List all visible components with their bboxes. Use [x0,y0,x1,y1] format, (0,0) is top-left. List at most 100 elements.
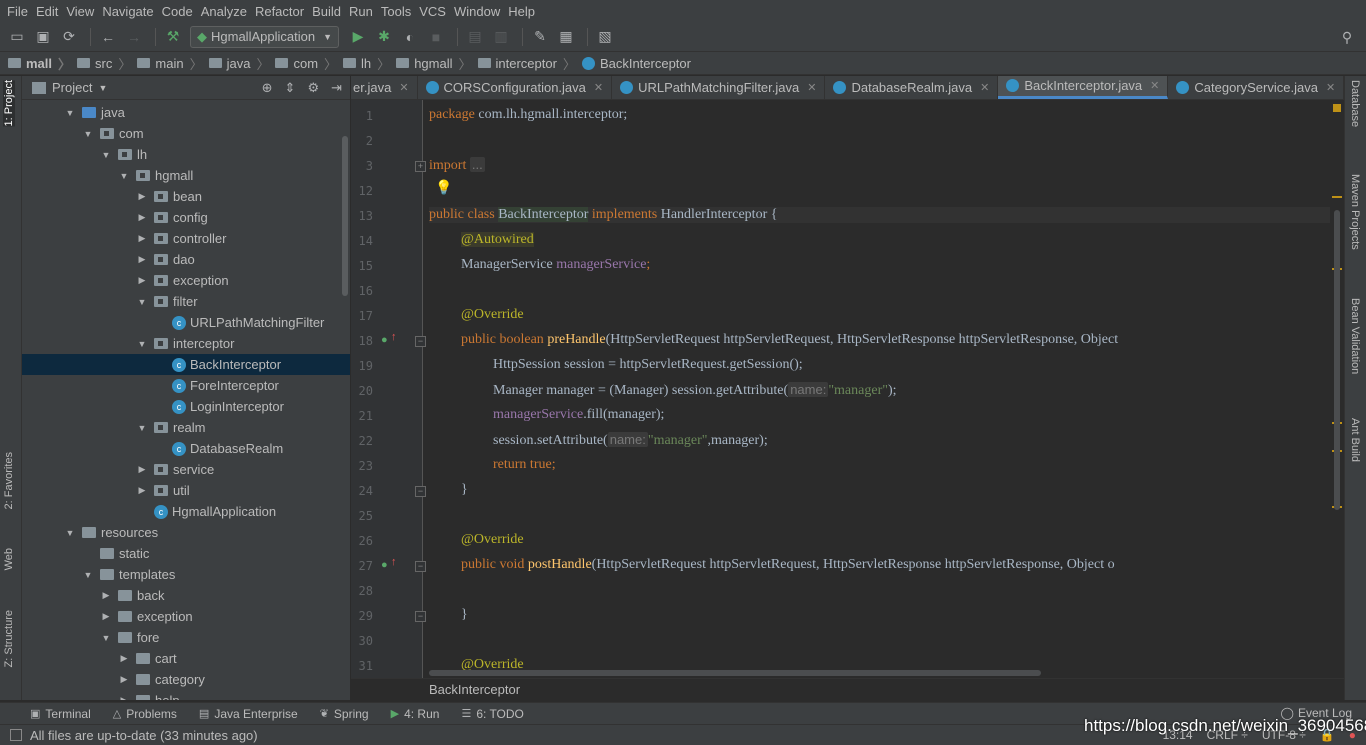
chevron-right-icon[interactable]: ▶ [136,233,148,244]
overrides-arrow-icon[interactable]: ↑ [391,556,397,568]
tree-item-java[interactable]: ▼ java [22,102,350,123]
close-icon[interactable]: ✕ [1326,81,1335,94]
tree-item-templates[interactable]: ▼ templates [22,564,350,585]
breadcrumb-item-backinterceptor[interactable]: BackInterceptor [581,56,691,71]
fold-collapse-icon[interactable]: − [415,561,426,572]
menu-build[interactable]: Build [309,4,344,19]
tree-item-databaserealm[interactable]: c DatabaseRealm [22,438,350,459]
tree-item-urlpathmatchingfilter[interactable]: c URLPathMatchingFilter [22,312,350,333]
breadcrumb-item-mall[interactable]: mall 〉 [8,54,71,73]
menu-analyze[interactable]: Analyze [198,4,250,19]
locate-target-icon[interactable]: ⊕ [262,80,273,96]
tool-window-structure[interactable]: Z: Structure [3,610,15,667]
chevron-down-icon[interactable]: ▼ [98,83,107,93]
tree-item-lh[interactable]: ▼ lh [22,144,350,165]
tree-item-com[interactable]: ▼ com [22,123,350,144]
tab-todo[interactable]: ☰ 6: TODO [461,707,523,721]
tree-item-backinterceptor[interactable]: c BackInterceptor [22,354,350,375]
chevron-right-icon[interactable]: ▶ [100,611,112,622]
tree-item-cart[interactable]: ▶ cart [22,648,350,669]
sync-icon[interactable]: ⟳ [58,26,80,48]
chevron-down-icon[interactable]: ▼ [64,108,76,118]
forward-arrow-icon[interactable]: → [123,26,145,48]
chevron-right-icon[interactable]: ▶ [136,212,148,223]
warning-marker[interactable] [1332,196,1342,198]
build-hammer-icon[interactable]: ⚒ [162,26,184,48]
save-icon[interactable]: ▣ [32,26,54,48]
tree-item-hgmall[interactable]: ▼ hgmall [22,165,350,186]
chevron-right-icon[interactable]: ▶ [100,590,112,601]
warning-status-icon[interactable] [1333,104,1341,112]
chevron-down-icon[interactable]: ▼ [118,171,130,181]
tree-item-category[interactable]: ▶ category [22,669,350,690]
run-configuration-select[interactable]: ◆ HgmallApplication ▼ [190,25,339,48]
tree-item-resources[interactable]: ▼ resources [22,522,350,543]
tree-item-fore[interactable]: ▼ fore [22,627,350,648]
breadcrumb-item-src[interactable]: src 〉 [77,54,131,73]
menu-refactor[interactable]: Refactor [252,4,307,19]
chevron-down-icon[interactable]: ▼ [136,339,148,349]
breadcrumb-item-hgmall[interactable]: hgmall 〉 [396,54,472,73]
close-icon[interactable]: ✕ [807,81,816,94]
search-icon[interactable]: ⚲ [1336,26,1358,48]
chevron-right-icon[interactable]: ▶ [136,191,148,202]
implements-marker-icon[interactable]: ● [381,559,388,571]
project-structure-icon[interactable]: ▦ [555,26,577,48]
close-icon[interactable]: ✕ [980,81,989,94]
breadcrumb-item-java[interactable]: java 〉 [208,54,269,73]
wrench-settings-icon[interactable]: ✎ [529,26,551,48]
tree-item-controller[interactable]: ▶ controller [22,228,350,249]
tab-urlpathmatchingfilter[interactable]: URLPathMatchingFilter.java ✕ [612,76,826,99]
project-panel-title[interactable]: Project [52,80,92,95]
tree-item-bean[interactable]: ▶ bean [22,186,350,207]
chevron-down-icon[interactable]: ▼ [100,150,112,160]
project-tree-scrollbar[interactable] [342,136,348,296]
debug-bug-icon[interactable]: ✱ [373,26,395,48]
tool-window-project[interactable]: 1: Project [3,80,15,127]
chevron-right-icon[interactable]: ▶ [136,464,148,475]
code-editor[interactable]: 1 2 3 12 13 14 15 16 17 18 19 20 21 22 2… [351,100,1344,678]
breadcrumb-item-lh[interactable]: lh 〉 [343,54,390,73]
stop-icon[interactable]: ■ [425,26,447,48]
lightbulb-icon[interactable]: 💡 [435,180,452,197]
profiler-icon[interactable]: ▥ [490,26,512,48]
footer-crumb-label[interactable]: BackInterceptor [429,682,520,697]
tab-spring[interactable]: ❦ Spring [320,707,369,721]
menu-run[interactable]: Run [346,4,376,19]
menu-window[interactable]: Window [451,4,503,19]
menu-code[interactable]: Code [159,4,196,19]
chevron-down-icon[interactable]: ▼ [136,297,148,307]
fold-collapse-icon[interactable]: − [415,336,426,347]
menu-view[interactable]: View [63,4,97,19]
tree-item-util[interactable]: ▶ util [22,480,350,501]
menu-edit[interactable]: Edit [33,4,61,19]
breadcrumb-item-main[interactable]: main 〉 [137,54,203,73]
tree-item-interceptor[interactable]: ▼ interceptor [22,333,350,354]
chevron-right-icon[interactable]: ▶ [136,275,148,286]
tool-window-database[interactable]: Database [1349,80,1361,127]
overrides-arrow-icon[interactable]: ↑ [391,331,397,343]
chevron-right-icon[interactable]: ▶ [136,254,148,265]
chevron-down-icon[interactable]: ▼ [64,528,76,538]
tab-corsconfiguration[interactable]: CORSConfiguration.java ✕ [418,76,613,99]
tree-item-service[interactable]: ▶ service [22,459,350,480]
tab-databaserealm[interactable]: DatabaseRealm.java ✕ [825,76,999,99]
attach-debugger-icon[interactable]: ▤ [464,26,486,48]
fold-expand-icon[interactable]: + [415,161,426,172]
tool-window-bean-validation[interactable]: Bean Validation [1349,298,1361,374]
coverage-icon[interactable]: ◐ [399,26,421,48]
chevron-right-icon[interactable]: ▶ [136,485,148,496]
breadcrumb-item-com[interactable]: com 〉 [275,54,337,73]
close-icon[interactable]: ✕ [1150,79,1159,92]
editor-footer-breadcrumb[interactable]: BackInterceptor [351,678,1344,700]
tool-window-ant-build[interactable]: Ant Build [1349,418,1361,462]
back-arrow-icon[interactable]: ← [97,26,119,48]
chevron-right-icon[interactable]: ▶ [118,653,130,664]
tab-problems[interactable]: △ Problems [113,707,177,721]
tree-item-filter[interactable]: ▼ filter [22,291,350,312]
sdk-manager-icon[interactable]: ▧ [594,26,616,48]
chevron-down-icon[interactable]: ▼ [82,570,94,580]
chevron-right-icon[interactable]: ▶ [118,695,130,700]
chevron-down-icon[interactable]: ▼ [136,423,148,433]
menu-help[interactable]: Help [505,4,538,19]
